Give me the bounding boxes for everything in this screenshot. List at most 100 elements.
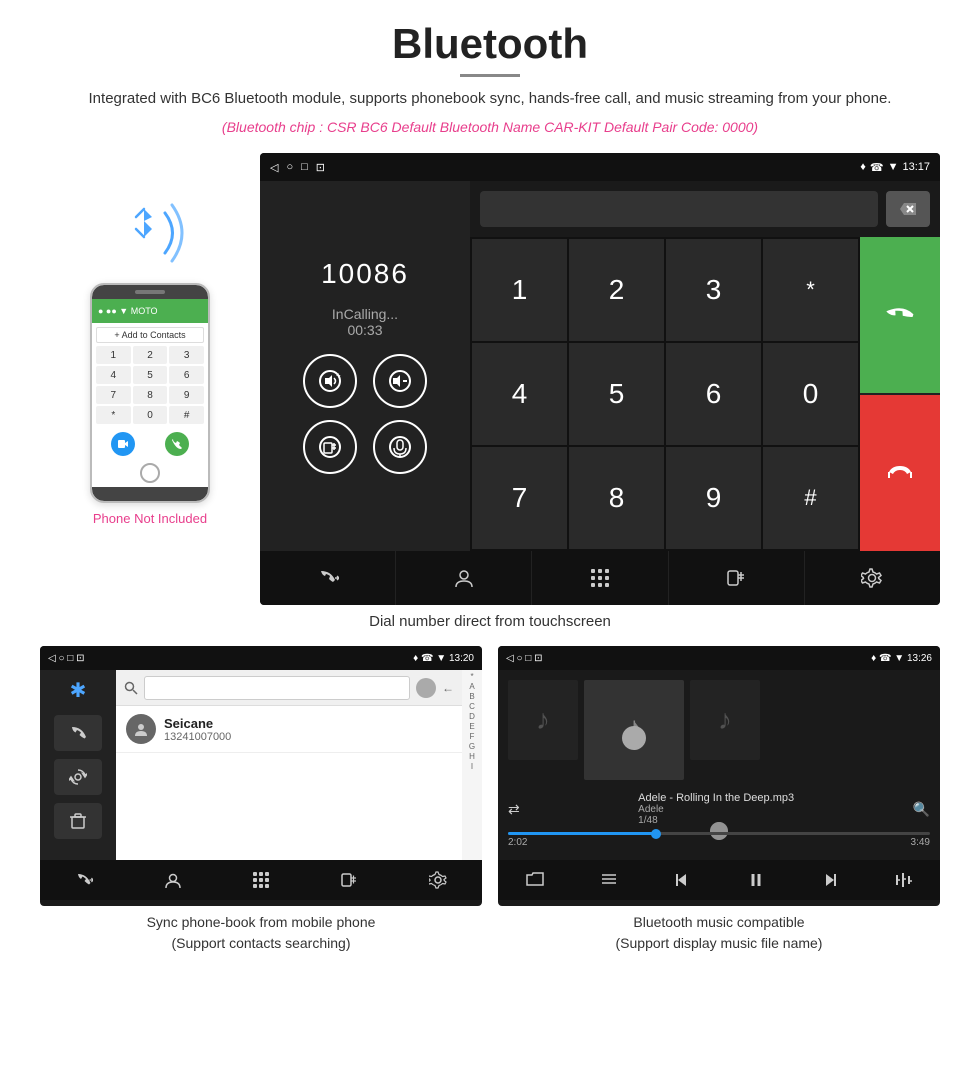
music-bottom-nav [498, 860, 940, 900]
pb-contact-item[interactable]: Seicane 13241007000 [116, 706, 462, 753]
music-caption: Bluetooth music compatible (Support disp… [498, 912, 940, 954]
wifi-icon: ▼ [888, 161, 899, 173]
add-contacts-label: + Add to Contacts [96, 327, 204, 343]
dial-text-field[interactable] [480, 191, 878, 227]
numpad-key-7[interactable]: 7 [472, 447, 567, 549]
phone-key-4[interactable]: 4 [96, 366, 131, 384]
phone-key-1[interactable]: 1 [96, 346, 131, 364]
pb-contact-avatar [126, 714, 156, 744]
nav-back-icon[interactable]: ◁ [270, 161, 278, 174]
numpad-key-8[interactable]: 8 [569, 447, 664, 549]
phone-key-9[interactable]: 9 [169, 386, 204, 404]
phone-key-2[interactable]: 2 [133, 346, 168, 364]
album-dot-right [710, 822, 728, 840]
alpha-G[interactable]: G [469, 742, 475, 751]
pb-sync-button[interactable] [54, 759, 102, 795]
transfer-call-button[interactable] [303, 420, 357, 474]
phone-call-button[interactable] [165, 432, 189, 456]
alpha-F[interactable]: F [470, 732, 475, 741]
pb-back-icon[interactable]: ← [442, 681, 454, 695]
dial-status: InCalling... 00:33 [332, 306, 398, 338]
alpha-A[interactable]: A [469, 682, 474, 691]
pb-main: ← Seicane 13241007000 [116, 670, 462, 860]
answer-call-button[interactable] [860, 237, 940, 393]
alpha-C[interactable]: C [469, 702, 475, 711]
pb-nav-settings-button[interactable] [394, 860, 482, 900]
shuffle-icon[interactable]: ⇄ [508, 801, 520, 818]
music-screen: ◁ ○ □ ⊡ ♦ ☎ ▼ 13:26 ♪ ♪ [498, 646, 940, 906]
numpad-key-6[interactable]: 6 [666, 343, 761, 445]
music-nav-folder-button[interactable] [498, 860, 572, 900]
phone-key-6[interactable]: 6 [169, 366, 204, 384]
alpha-I[interactable]: I [471, 762, 473, 771]
phone-key-0[interactable]: 0 [133, 406, 168, 424]
music-equalizer-button[interactable] [866, 860, 940, 900]
alpha-D[interactable]: D [469, 712, 475, 721]
music-screen-wrap: ◁ ○ □ ⊡ ♦ ☎ ▼ 13:26 ♪ ♪ [498, 646, 940, 954]
alpha-star[interactable]: * [470, 672, 473, 681]
nav-contacts-button[interactable] [396, 551, 532, 605]
phone-key-8[interactable]: 8 [133, 386, 168, 404]
nav-home-icon[interactable]: ○ [286, 161, 293, 173]
alpha-E[interactable]: E [469, 722, 474, 731]
phone-key-7[interactable]: 7 [96, 386, 131, 404]
pb-search-bar: ← [116, 670, 462, 706]
numpad-key-9[interactable]: 9 [666, 447, 761, 549]
music-track-info: Adele - Rolling In the Deep.mp3 Adele 1/… [638, 792, 794, 826]
volume-down-button[interactable] [373, 354, 427, 408]
svg-text:+: + [336, 371, 341, 380]
pb-voice-search-button[interactable] [416, 678, 436, 698]
status-left: ◁ ○ □ ⊡ [270, 161, 325, 174]
phone-key-star[interactable]: * [96, 406, 131, 424]
end-call-button[interactable] [860, 395, 940, 551]
numpad-key-2[interactable]: 2 [569, 239, 664, 341]
music-track-name: Adele - Rolling In the Deep.mp3 [638, 792, 794, 804]
dial-backspace-button[interactable] [886, 191, 930, 227]
phone-mockup: ● ●● ▼ MOTO + Add to Contacts 1 2 3 4 5 … [90, 283, 210, 503]
bottom-nav [260, 551, 940, 605]
pb-nav-transfer-button[interactable] [305, 860, 393, 900]
phone-home-button[interactable] [140, 463, 160, 483]
pb-nav-contacts-button[interactable] [128, 860, 216, 900]
pb-nav-dialpad-button[interactable] [217, 860, 305, 900]
alpha-H[interactable]: H [469, 752, 475, 761]
dial-number: 10086 [321, 258, 409, 290]
phone-video-button[interactable] [111, 432, 135, 456]
nav-dialpad-button[interactable] [532, 551, 668, 605]
music-next-button[interactable] [793, 860, 867, 900]
volume-up-button[interactable]: + [303, 354, 357, 408]
dial-screen: 10086 InCalling... 00:33 [260, 181, 940, 551]
numpad-key-0[interactable]: 0 [763, 343, 858, 445]
music-prev-button[interactable] [645, 860, 719, 900]
nav-screen-icon[interactable]: ⊡ [316, 161, 325, 174]
status-right: ♦ ☎ ▼ 13:17 [860, 161, 930, 174]
numpad-key-3[interactable]: 3 [666, 239, 761, 341]
numpad-key-star[interactable]: * [763, 239, 858, 341]
numpad-key-5[interactable]: 5 [569, 343, 664, 445]
nav-recent-icon[interactable]: □ [301, 161, 308, 173]
pb-call-button[interactable] [54, 715, 102, 751]
music-progress-dot[interactable] [651, 829, 661, 839]
nav-settings-button[interactable] [805, 551, 940, 605]
music-nav-list-button[interactable] [572, 860, 646, 900]
phonebook-screen-wrap: ◁ ○ □ ⊡ ♦ ☎ ▼ 13:20 ✱ [40, 646, 482, 954]
music-progress-bar[interactable] [508, 832, 930, 835]
pb-status-right: ♦ ☎ ▼ 13:20 [413, 653, 474, 664]
alpha-B[interactable]: B [469, 692, 474, 701]
numpad-key-4[interactable]: 4 [472, 343, 567, 445]
pb-search-input[interactable] [144, 676, 410, 700]
numpad-key-1[interactable]: 1 [472, 239, 567, 341]
nav-call-history-button[interactable] [260, 551, 396, 605]
phone-screen-header: ● ●● ▼ MOTO [92, 299, 208, 323]
phone-key-3[interactable]: 3 [169, 346, 204, 364]
phone-dialer: + Add to Contacts 1 2 3 4 5 6 7 8 9 * [92, 323, 208, 428]
pb-nav-calls-button[interactable] [40, 860, 128, 900]
mute-button[interactable] [373, 420, 427, 474]
phone-key-hash[interactable]: # [169, 406, 204, 424]
music-search-icon[interactable]: 🔍 [913, 801, 930, 818]
nav-transfer-button[interactable] [669, 551, 805, 605]
numpad-key-hash[interactable]: # [763, 447, 858, 549]
music-play-pause-button[interactable] [719, 860, 793, 900]
pb-delete-button[interactable] [54, 803, 102, 839]
phone-key-5[interactable]: 5 [133, 366, 168, 384]
